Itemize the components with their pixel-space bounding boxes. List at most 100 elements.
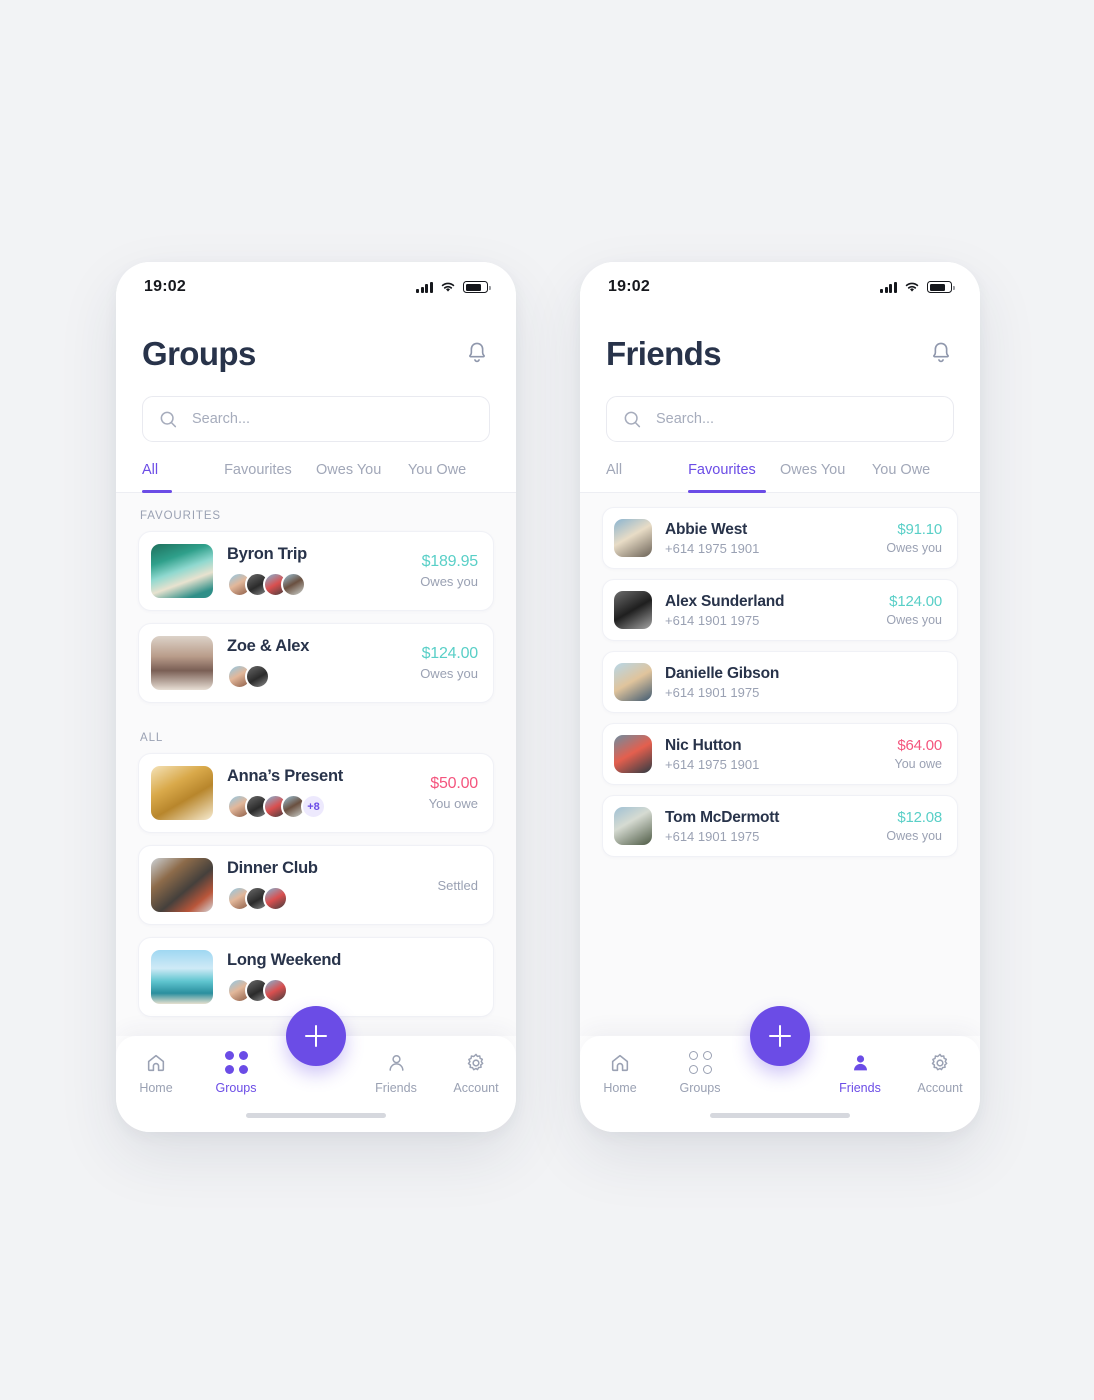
nav-label: Home [139,1081,173,1095]
friend-amount: $124.00 [889,593,942,610]
nav-item-account[interactable]: Account [436,1051,516,1095]
friend-row[interactable]: Abbie West +614 1975 1901 $91.10 Owes yo… [602,507,958,569]
nav-item-groups[interactable]: Groups [660,1051,740,1095]
group-card[interactable]: Long Weekend [138,937,494,1017]
friend-name: Abbie West [665,520,748,538]
status-bar: 19:02 [580,262,980,308]
tab-owes-you[interactable]: Owes You [316,462,408,492]
friend-amount-label: You owe [894,757,943,771]
member-avatars [227,886,430,912]
friend-name: Alex Sunderland [665,592,785,610]
group-amount: $189.95 [421,553,479,570]
add-button[interactable] [750,1006,810,1066]
friend-amount: $12.08 [897,809,942,826]
section-label-favourites: FAVOURITES [140,510,221,522]
status-time: 19:02 [144,278,186,295]
group-thumbnail [151,544,213,598]
nav-label: Account [917,1081,963,1095]
friend-name: Nic Hutton [665,736,742,754]
group-name: Long Weekend [227,950,342,969]
tab-owes-you[interactable]: Owes You [780,462,872,492]
group-name: Byron Trip [227,544,308,563]
tab-favourites[interactable]: Favourites [224,462,316,492]
avatar [614,735,652,773]
tab-favourites[interactable]: Favourites [688,462,780,494]
avatar-overflow-badge: +8 [301,794,326,820]
group-amount: $124.00 [421,645,479,662]
friend-amount-label: Owes you [886,541,942,555]
search-icon [624,411,641,427]
nav-item-friends[interactable]: Friends [356,1051,436,1095]
wifi-icon [905,282,919,292]
member-avatars [227,978,470,1004]
phone-groups-screen: 19:02 Groups Search... All Favourites Ow… [116,262,516,1132]
avatar [614,519,652,557]
friend-name: Tom McDermott [665,808,780,826]
gear-icon [465,1051,487,1074]
battery-icon [463,281,491,293]
friend-row[interactable]: Danielle Gibson +614 1901 1975 [602,651,958,713]
friend-row[interactable]: Nic Hutton +614 1975 1901 $64.00 You owe [602,723,958,785]
group-amount: $50.00 [430,775,478,792]
friends-filter-tabs: All Favourites Owes You You Owe [580,442,980,494]
screenshot-stage: 19:02 Groups Search... All Favourites Ow… [0,0,1094,1400]
home-indicator [710,1113,850,1118]
nav-label: Friends [375,1081,417,1095]
group-card[interactable]: Byron Trip $189.95 Owes you [138,531,494,611]
group-card[interactable]: Zoe & Alex $124.00 Owes you [138,623,494,703]
nav-label: Groups [215,1081,257,1095]
groups-filter-tabs: All Favourites Owes You You Owe [116,442,516,494]
nav-item-home[interactable]: Home [580,1051,660,1095]
cellular-bars-icon [415,281,433,293]
friend-phone: +614 1975 1901 [665,540,760,556]
search-input[interactable] [192,411,473,427]
friend-amount: $91.10 [897,521,942,538]
search-box[interactable] [142,396,490,442]
avatar [614,807,652,845]
avatar [245,664,270,690]
tab-you-owe[interactable]: You Owe [408,462,490,492]
friend-phone: +614 1901 1975 [665,828,760,844]
friend-row[interactable]: Tom McDermott +614 1901 1975 $12.08 Owes… [602,795,958,857]
nav-item-groups[interactable]: Groups [196,1051,276,1095]
tab-you-owe[interactable]: You Owe [872,462,954,492]
status-time: 19:02 [608,278,650,295]
add-button[interactable] [286,1006,346,1066]
gear-icon [929,1051,951,1074]
nav-item-friends[interactable]: Friends [820,1051,900,1095]
friend-row[interactable]: Alex Sunderland +614 1901 1975 $124.00 O… [602,579,958,641]
avatar [614,663,652,701]
phone-friends-screen: 19:02 Friends Search... All Favourites O… [580,262,980,1132]
search-input[interactable] [656,411,937,427]
cellular-bars-icon [879,281,897,293]
page-title: Friends [606,334,722,372]
notification-bell-icon[interactable] [464,340,490,366]
nav-label: Friends [839,1081,881,1095]
notification-bell-icon[interactable] [928,340,954,366]
groups-dots-icon [224,1051,248,1074]
section-label-all: ALL [140,732,164,744]
bottom-navigation: Home Groups Friends Account [580,1006,980,1132]
group-thumbnail [151,950,213,1004]
groups-list[interactable]: FAVOURITES Byron Trip $189.95 Owes you Z… [116,493,516,1036]
group-amount-label: Owes you [420,574,478,589]
nav-item-home[interactable]: Home [116,1051,196,1095]
person-icon [850,1051,871,1074]
friend-name: Danielle Gibson [665,664,780,682]
group-card[interactable]: Anna’s Present +8 $50.00 You owe [138,753,494,833]
wifi-icon [441,282,455,292]
group-thumbnail [151,636,213,690]
tab-all[interactable]: All [142,462,224,494]
tab-all[interactable]: All [606,462,688,492]
group-card[interactable]: Dinner Club Settled [138,845,494,925]
group-amount-label: Owes you [420,666,478,681]
nav-label: Account [453,1081,499,1095]
member-avatars [227,664,412,690]
friends-list[interactable]: Abbie West +614 1975 1901 $91.10 Owes yo… [580,493,980,1036]
group-name: Anna’s Present [227,766,344,785]
status-bar: 19:02 [116,262,516,308]
nav-label: Home [603,1081,637,1095]
group-thumbnail [151,858,213,912]
nav-item-account[interactable]: Account [900,1051,980,1095]
search-box[interactable] [606,396,954,442]
